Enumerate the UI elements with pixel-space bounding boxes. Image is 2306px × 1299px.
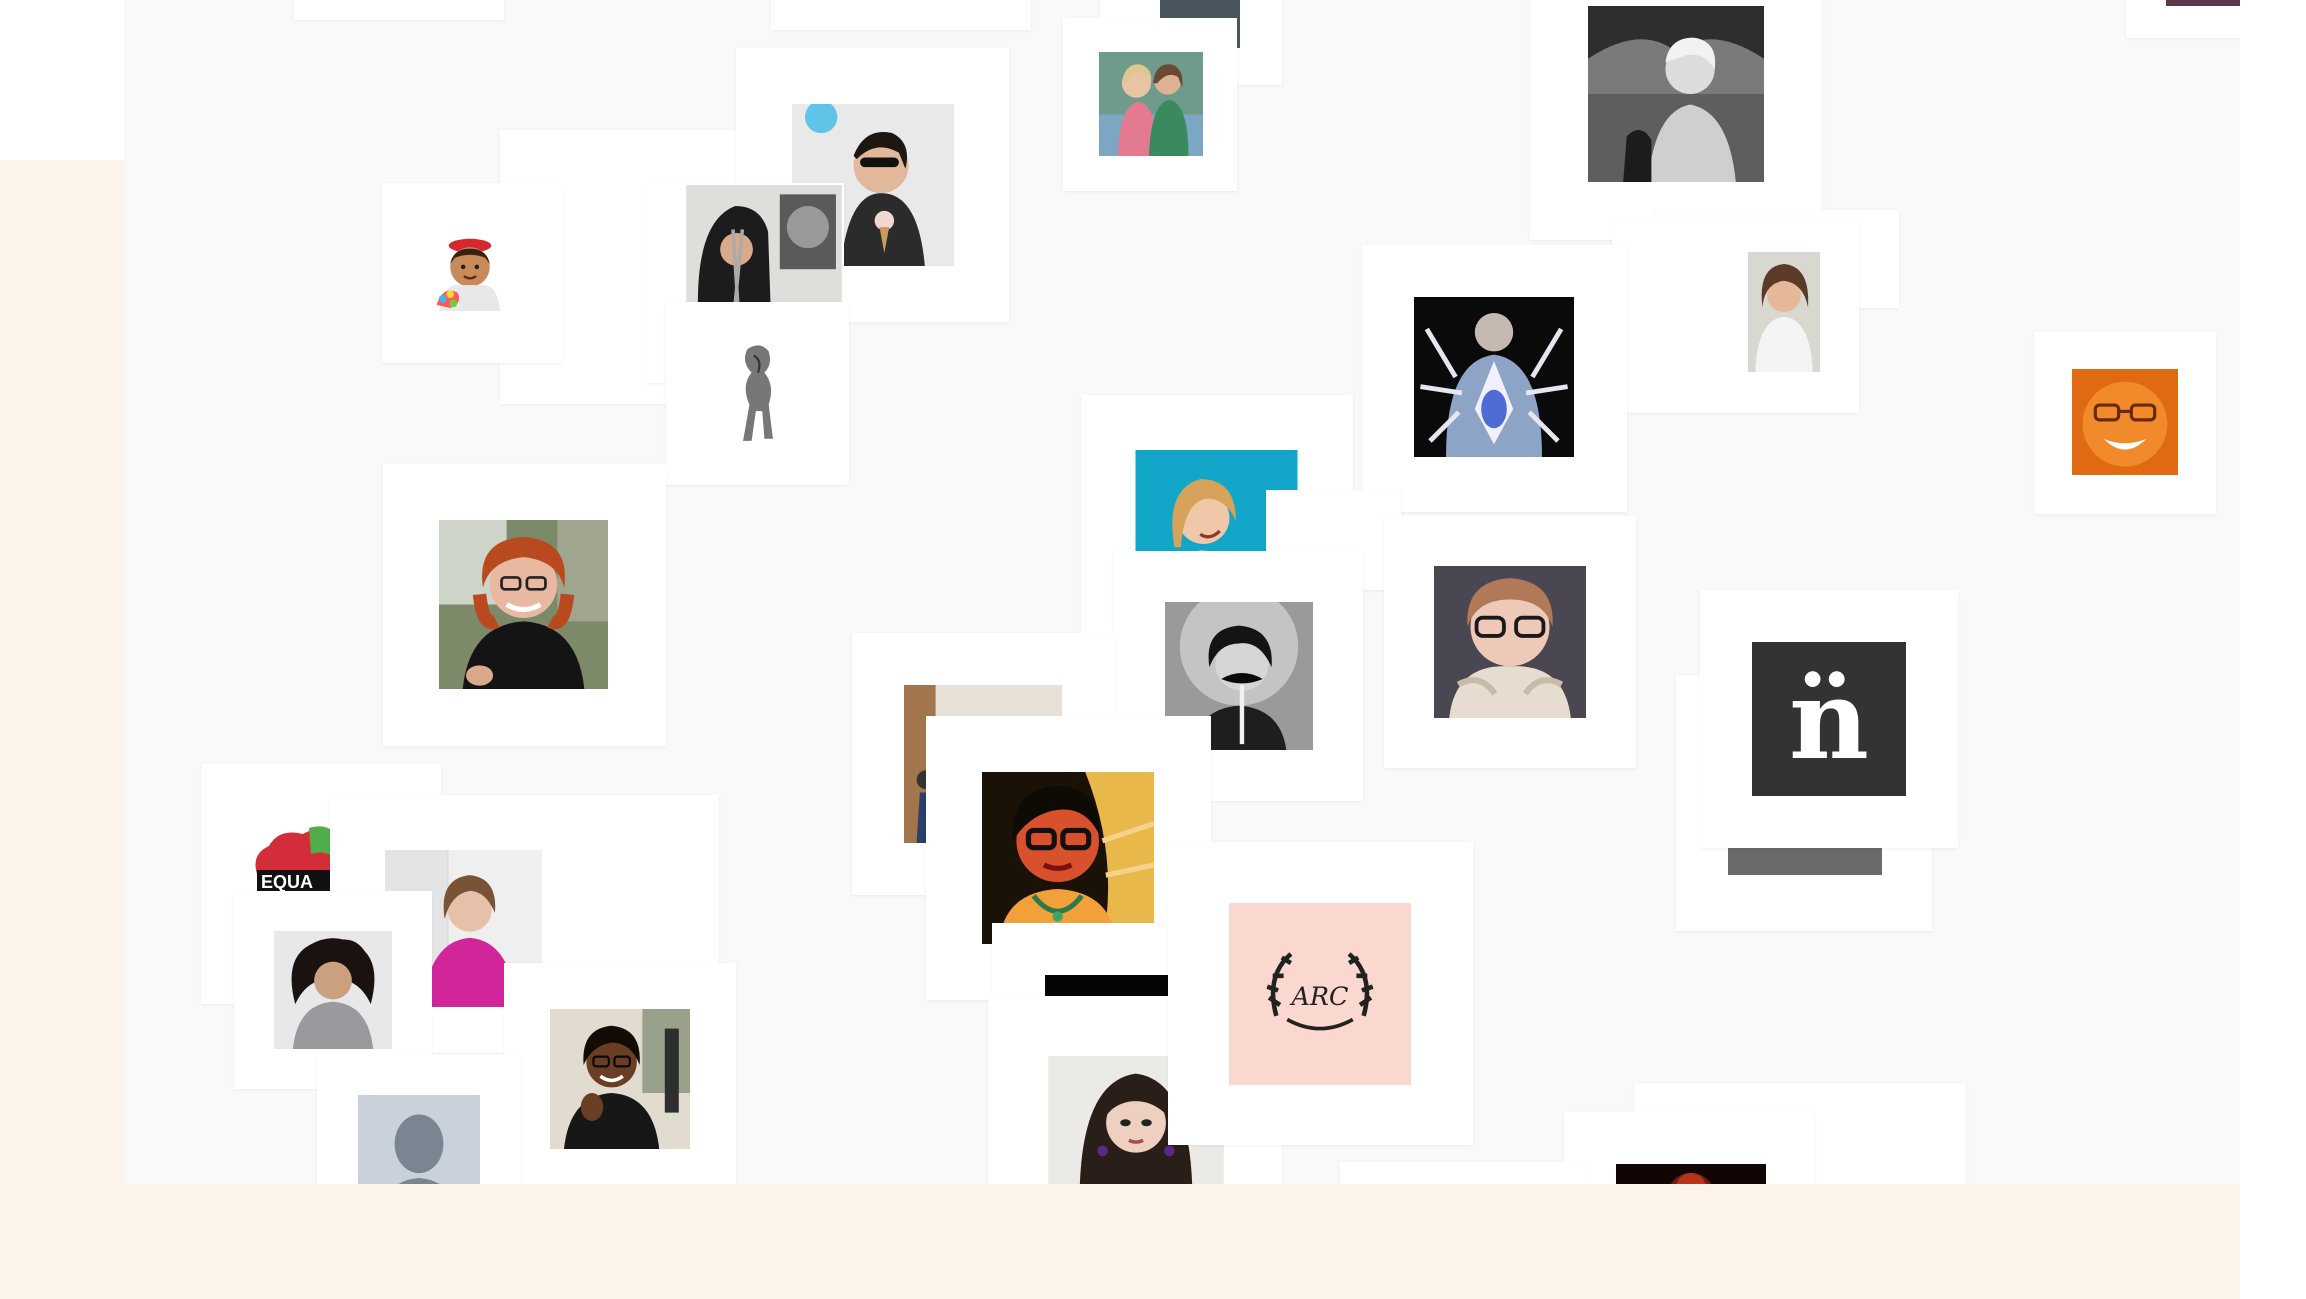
avatar-collage: n̈ ARC EQUA: [124, 0, 2240, 1184]
n-umlaut-logo: n̈: [1752, 642, 1906, 796]
person-photo: [1099, 52, 1203, 156]
avatar-card[interactable]: [294, 0, 504, 20]
person-photo: [550, 1009, 690, 1149]
sculpture-photo: [726, 338, 790, 450]
person-photo: [1748, 252, 1820, 372]
avatar-card[interactable]: [771, 0, 1031, 30]
default-avatar-icon: [358, 1095, 480, 1184]
portrait-card-3[interactable]: [1063, 18, 1237, 191]
person-photo: [2166, 0, 2240, 6]
avatar-card[interactable]: [1340, 1162, 1588, 1184]
person-photo: [1414, 297, 1574, 457]
monogram-text: ARC: [1289, 982, 1348, 1012]
avatar-card[interactable]: [1530, 0, 1822, 240]
person-photo: [439, 520, 608, 689]
avatar-card[interactable]: [1564, 1112, 1814, 1184]
person-photo: [686, 185, 842, 302]
monogram-card[interactable]: ARC: [1168, 842, 1473, 1145]
equality-text: EQUA: [261, 872, 313, 892]
avatar-card[interactable]: [666, 302, 849, 485]
person-photo: [1588, 6, 1764, 182]
portrait-card-2[interactable]: [382, 183, 562, 363]
portrait-card-6[interactable]: [317, 1054, 521, 1184]
person-photo: [1616, 1164, 1766, 1184]
wreath-monogram-logo: ARC: [1229, 903, 1411, 1085]
avatar-card[interactable]: [504, 963, 736, 1184]
emoji-artist-icon: [432, 235, 508, 311]
person-photo: [982, 772, 1154, 944]
avatar-card[interactable]: [1362, 245, 1627, 512]
avatar-card[interactable]: [2126, 0, 2240, 38]
person-photo: [1728, 845, 1882, 875]
person-photo: [1434, 566, 1586, 718]
portrait-card-1[interactable]: [383, 464, 666, 746]
person-photo: [274, 931, 392, 1049]
avatar-card[interactable]: [1384, 516, 1636, 768]
cream-footer-band: [0, 1184, 2240, 1299]
collage-page: n̈ ARC EQUA: [0, 0, 2306, 1299]
logo-card-n[interactable]: n̈: [1700, 590, 1958, 848]
avatar-card[interactable]: [1612, 220, 1859, 413]
cream-side-panel: [0, 160, 124, 1299]
portrait-card-4[interactable]: [2034, 332, 2216, 514]
person-photo: [2070, 369, 2180, 475]
